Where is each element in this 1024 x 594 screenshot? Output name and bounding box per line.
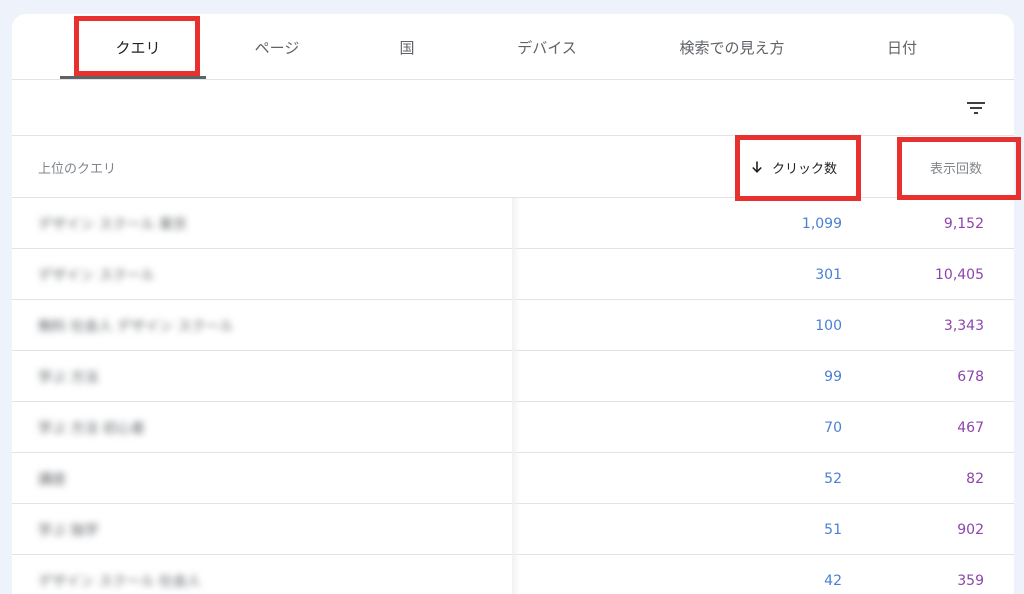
performance-card: クエリ ページ 国 デバイス 検索での見え方 日付 上位のクエリ クリック数 表… (12, 14, 1014, 594)
impressions-cell: 467 (957, 419, 984, 436)
impressions-cell: 82 (966, 470, 984, 487)
table-row[interactable]: デザイン スクール 301 10,405 (12, 249, 1014, 300)
tab-query[interactable]: クエリ (74, 14, 202, 80)
clicks-cell: 1,099 (801, 215, 842, 232)
clicks-cell: 301 (815, 266, 842, 283)
impressions-cell: 902 (957, 521, 984, 538)
row-fade (512, 453, 520, 504)
column-header-clicks-label: クリック数 (772, 161, 838, 177)
impressions-cell: 678 (957, 368, 984, 385)
clicks-cell: 100 (815, 317, 842, 334)
query-cell: 学ぶ 方法 (38, 369, 99, 386)
clicks-cell: 70 (824, 419, 842, 436)
arrow-down-icon (752, 161, 762, 173)
column-header-clicks[interactable]: クリック数 (750, 136, 837, 198)
filter-icon[interactable] (964, 96, 988, 120)
query-cell: 無料 社会人 デザイン スクール (38, 318, 234, 335)
impressions-cell: 359 (957, 572, 984, 589)
row-fade (512, 249, 520, 300)
table-row[interactable]: 学ぶ 方法 初心者 70 467 (12, 402, 1014, 453)
table-row[interactable]: 講座 52 82 (12, 453, 1014, 504)
row-fade (512, 555, 520, 594)
row-fade (512, 351, 520, 402)
clicks-cell: 99 (824, 368, 842, 385)
impressions-cell: 3,343 (943, 317, 984, 334)
impressions-cell: 10,405 (935, 266, 984, 283)
filter-bar (12, 80, 1014, 136)
table-header: 上位のクエリ クリック数 表示回数 (12, 136, 1014, 198)
impressions-cell: 9,152 (943, 215, 984, 232)
row-fade (512, 198, 520, 249)
active-tab-indicator (60, 76, 206, 79)
query-cell: 学ぶ 独学 (38, 522, 99, 539)
tab-device[interactable]: デバイス (492, 14, 602, 80)
clicks-cell: 52 (824, 470, 842, 487)
tab-page[interactable]: ページ (222, 14, 332, 80)
query-cell: デザイン スクール 社会人 (38, 573, 201, 590)
dimension-tabs: クエリ ページ 国 デバイス 検索での見え方 日付 (12, 14, 1014, 80)
row-fade (512, 402, 520, 453)
clicks-cell: 51 (824, 521, 842, 538)
row-fade (512, 504, 520, 555)
row-fade (512, 300, 520, 351)
column-header-query: 上位のクエリ (38, 161, 117, 177)
table-row[interactable]: デザイン スクール 社会人 42 359 (12, 555, 1014, 594)
tab-country[interactable]: 国 (362, 14, 452, 80)
table-row[interactable]: 学ぶ 方法 99 678 (12, 351, 1014, 402)
query-cell: 学ぶ 方法 初心者 (38, 420, 145, 437)
table-row[interactable]: デザイン スクール 東京 1,099 9,152 (12, 198, 1014, 249)
query-cell: デザイン スクール 東京 (38, 216, 187, 233)
table-row[interactable]: 無料 社会人 デザイン スクール 100 3,343 (12, 300, 1014, 351)
tab-date[interactable]: 日付 (862, 14, 942, 80)
query-cell: 講座 (38, 471, 66, 488)
tab-search-appearance[interactable]: 検索での見え方 (652, 14, 812, 80)
table-row[interactable]: 学ぶ 独学 51 902 (12, 504, 1014, 555)
query-cell: デザイン スクール (38, 267, 155, 284)
clicks-cell: 42 (824, 572, 842, 589)
column-header-impressions[interactable]: 表示回数 (930, 136, 982, 198)
